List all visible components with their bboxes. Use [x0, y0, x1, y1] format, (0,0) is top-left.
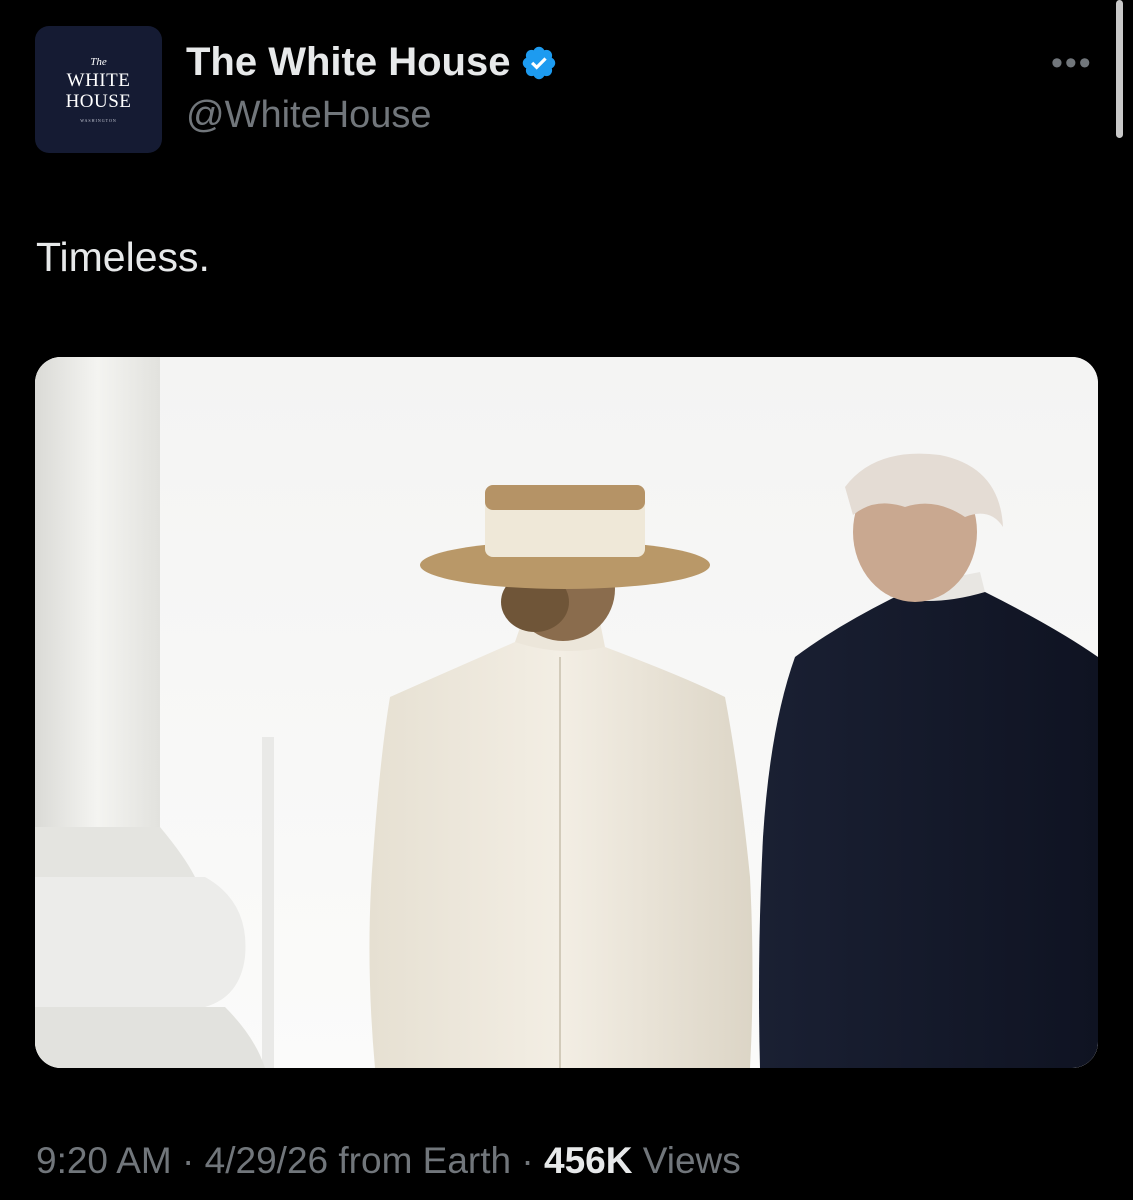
avatar-the-text: The [90, 56, 107, 68]
avatar-white-text: WHITE [66, 70, 131, 91]
views-label: Views [642, 1140, 741, 1181]
tweet-photo[interactable] [35, 357, 1098, 1068]
verified-badge-icon [523, 46, 556, 79]
display-name-text: The White House [186, 40, 511, 84]
scrollbar[interactable] [1116, 0, 1123, 138]
avatar-washington-text: WASHINGTON [80, 118, 117, 123]
more-options-icon[interactable]: ••• [1051, 46, 1093, 80]
tweet-source: from Earth [338, 1140, 512, 1181]
meta-separator: · [521, 1140, 534, 1181]
photo-illustration [35, 357, 1098, 1068]
account-handle[interactable]: @WhiteHouse [186, 94, 432, 137]
tweet-date[interactable]: 4/29/26 [205, 1140, 328, 1181]
avatar[interactable]: The WHITE HOUSE WASHINGTON [35, 26, 162, 153]
tweet-meta: 9:20 AM · 4/29/26 from Earth · 456K View… [36, 1140, 741, 1182]
meta-separator: · [182, 1140, 195, 1181]
avatar-house-text: HOUSE [65, 91, 132, 112]
views-count[interactable]: 456K [544, 1140, 632, 1181]
tweet-text: Timeless. [36, 234, 210, 280]
tweet-time[interactable]: 9:20 AM [36, 1140, 172, 1181]
display-name[interactable]: The White House [186, 40, 558, 85]
